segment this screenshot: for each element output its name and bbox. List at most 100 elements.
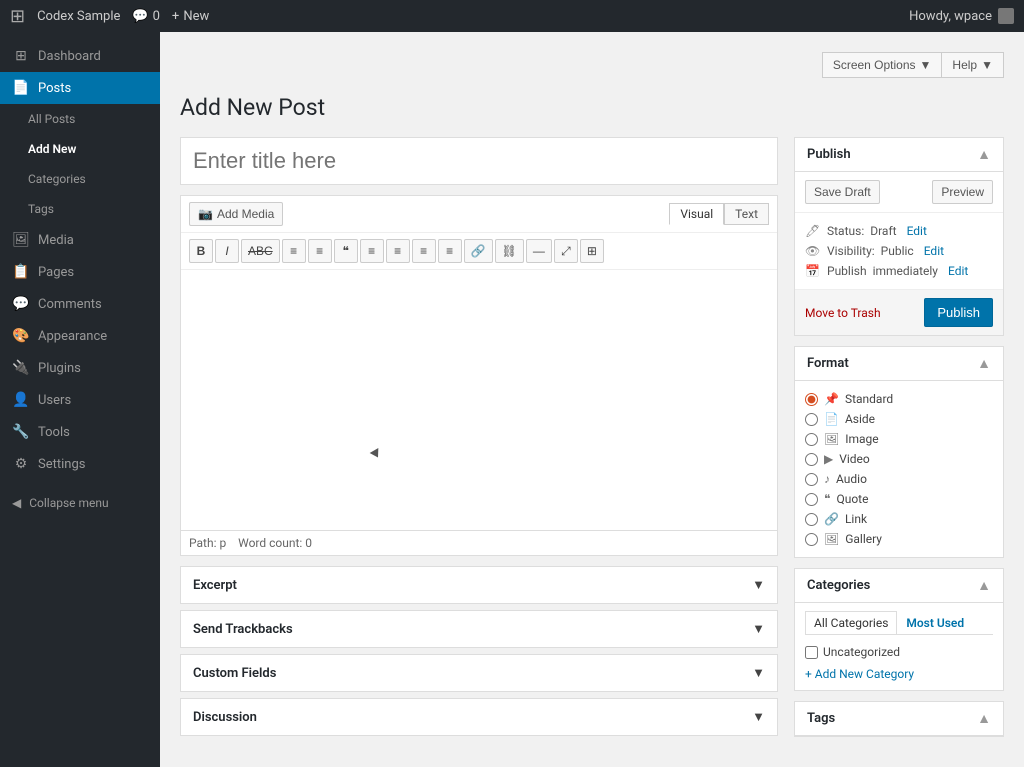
custom-fields-box: Custom Fields ▼ [180,654,778,692]
kitchen-sink-button[interactable]: ⊞ [580,239,604,263]
visibility-icon: 👁 [805,244,821,258]
strikethrough-button[interactable]: ABC [241,239,280,263]
move-to-trash-link[interactable]: Move to Trash [805,306,881,320]
add-media-button[interactable]: 📷 Add Media [189,202,283,226]
link-button[interactable]: 🔗 [464,239,493,263]
collapse-menu-button[interactable]: ◀ Collapse menu [0,488,160,518]
format-radio-video[interactable] [805,453,818,466]
publish-box-header[interactable]: Publish ▲ [795,138,1003,172]
add-new-category-link[interactable]: + Add New Category [805,667,914,681]
trackbacks-header[interactable]: Send Trackbacks ▼ [181,611,777,647]
sidebar-subitem-all-posts[interactable]: All Posts [0,104,160,134]
align-right-button[interactable]: ≡ [412,239,436,263]
visibility-edit-link[interactable]: Edit [924,244,944,258]
status-edit-link[interactable]: Edit [907,224,927,238]
format-radio-link[interactable] [805,513,818,526]
format-radio-gallery[interactable] [805,533,818,546]
new-post-button[interactable]: + New [172,9,209,24]
site-name[interactable]: Codex Sample [37,9,120,24]
format-radio-standard[interactable] [805,393,818,406]
toolbar-top-row: 📷 Add Media Visual Text [181,196,777,233]
tab-text[interactable]: Text [724,203,769,225]
format-audio-icon: ♪ [824,472,830,486]
sidebar-item-posts[interactable]: 📄 Posts [0,72,160,104]
sidebar-item-appearance[interactable]: 🎨 Appearance [0,320,160,352]
collapse-icon: ◀ [12,496,21,510]
format-radio-aside[interactable] [805,413,818,426]
plugins-icon: 🔌 [12,360,30,376]
publish-time-edit-link[interactable]: Edit [948,264,968,278]
more-button[interactable]: — [526,239,552,263]
format-video-icon: ▶ [824,452,833,466]
align-left-button[interactable]: ≡ [360,239,384,263]
status-icon: 🖊 [805,224,821,238]
ul-button[interactable]: ≡ [282,239,306,263]
help-button[interactable]: Help ▼ [941,52,1004,78]
posts-submenu: All Posts Add New Categories Tags [0,104,160,224]
media-icon: 🖼 [12,232,30,248]
post-title-input[interactable] [180,137,778,185]
unlink-button[interactable]: ⛓ [495,239,524,263]
sidebar-item-comments[interactable]: 💬 Comments [0,288,160,320]
sidebar-item-plugins[interactable]: 🔌 Plugins [0,352,160,384]
bold-button[interactable]: B [189,239,213,263]
tags-box: Tags ▲ [794,701,1004,737]
format-aside-icon: 📄 [824,412,839,426]
sidebar-item-users[interactable]: 👤 Users [0,384,160,416]
screen-options-button[interactable]: Screen Options ▼ [822,52,942,78]
italic-button[interactable]: I [215,239,239,263]
tab-visual[interactable]: Visual [669,203,724,225]
format-box-header[interactable]: Format ▲ [795,347,1003,381]
sidebar-subitem-tags[interactable]: Tags [0,194,160,224]
comments-icon: 💬 [12,296,30,312]
sidebar-item-dashboard[interactable]: ⊞ Dashboard [0,40,160,72]
status-row: 🖊 Status: Draft Edit [805,221,993,241]
sidebar-subitem-add-new[interactable]: Add New [0,134,160,164]
sidebar-item-media[interactable]: 🖼 Media [0,224,160,256]
format-option-link: 🔗 Link [805,509,993,529]
dashboard-icon: ⊞ [12,48,30,64]
pages-icon: 📋 [12,264,30,280]
format-radio-quote[interactable] [805,493,818,506]
settings-icon: ⚙ [12,456,30,472]
wp-logo[interactable]: ⊞ [10,6,25,27]
comments-count[interactable]: 💬 0 [132,9,160,24]
content-wrap: 📷 Add Media Visual Text B I ABC ≡ [180,137,1004,747]
sidebar-item-pages[interactable]: 📋 Pages [0,256,160,288]
publish-button[interactable]: Publish [924,298,993,327]
editor-area: 📷 Add Media Visual Text B I ABC ≡ [180,137,778,747]
category-tabs: All Categories Most Used [805,611,993,635]
excerpt-toggle-icon: ▼ [752,577,765,593]
categories-toggle-icon: ▲ [977,577,991,594]
excerpt-header[interactable]: Excerpt ▼ [181,567,777,603]
tags-box-header[interactable]: Tags ▲ [795,702,1003,736]
format-radio-audio[interactable] [805,473,818,486]
format-standard-icon: 📌 [824,392,839,406]
categories-box: Categories ▲ All Categories Most Used Un… [794,568,1004,691]
format-option-video: ▶ Video [805,449,993,469]
format-gallery-icon: 🖼 [824,532,839,546]
discussion-header[interactable]: Discussion ▼ [181,699,777,735]
view-tabs: Visual Text [669,203,769,225]
sidebar-item-tools[interactable]: 🔧 Tools [0,416,160,448]
screen-options-chevron-icon: ▼ [920,58,932,72]
blockquote-button[interactable]: ❝ [334,239,358,263]
align-center-button[interactable]: ≡ [386,239,410,263]
editor-toolbar: 📷 Add Media Visual Text B I ABC ≡ [180,195,778,531]
categories-box-header[interactable]: Categories ▲ [795,569,1003,603]
editor-body[interactable] [181,270,777,530]
format-radio-image[interactable] [805,433,818,446]
align-justify-button[interactable]: ≡ [438,239,462,263]
sidebar-item-settings[interactable]: ⚙ Settings [0,448,160,480]
save-draft-button[interactable]: Save Draft [805,180,880,204]
fullscreen-button[interactable]: ⤢ [554,239,578,263]
sidebar-subitem-categories[interactable]: Categories [0,164,160,194]
tab-all-categories[interactable]: All Categories [805,611,897,634]
format-option-quote: ❝ Quote [805,489,993,509]
format-option-image: 🖼 Image [805,429,993,449]
category-checkbox-uncategorized[interactable] [805,646,818,659]
tab-most-used[interactable]: Most Used [897,611,973,634]
preview-button[interactable]: Preview [932,180,993,204]
custom-fields-header[interactable]: Custom Fields ▼ [181,655,777,691]
ol-button[interactable]: ≡ [308,239,332,263]
